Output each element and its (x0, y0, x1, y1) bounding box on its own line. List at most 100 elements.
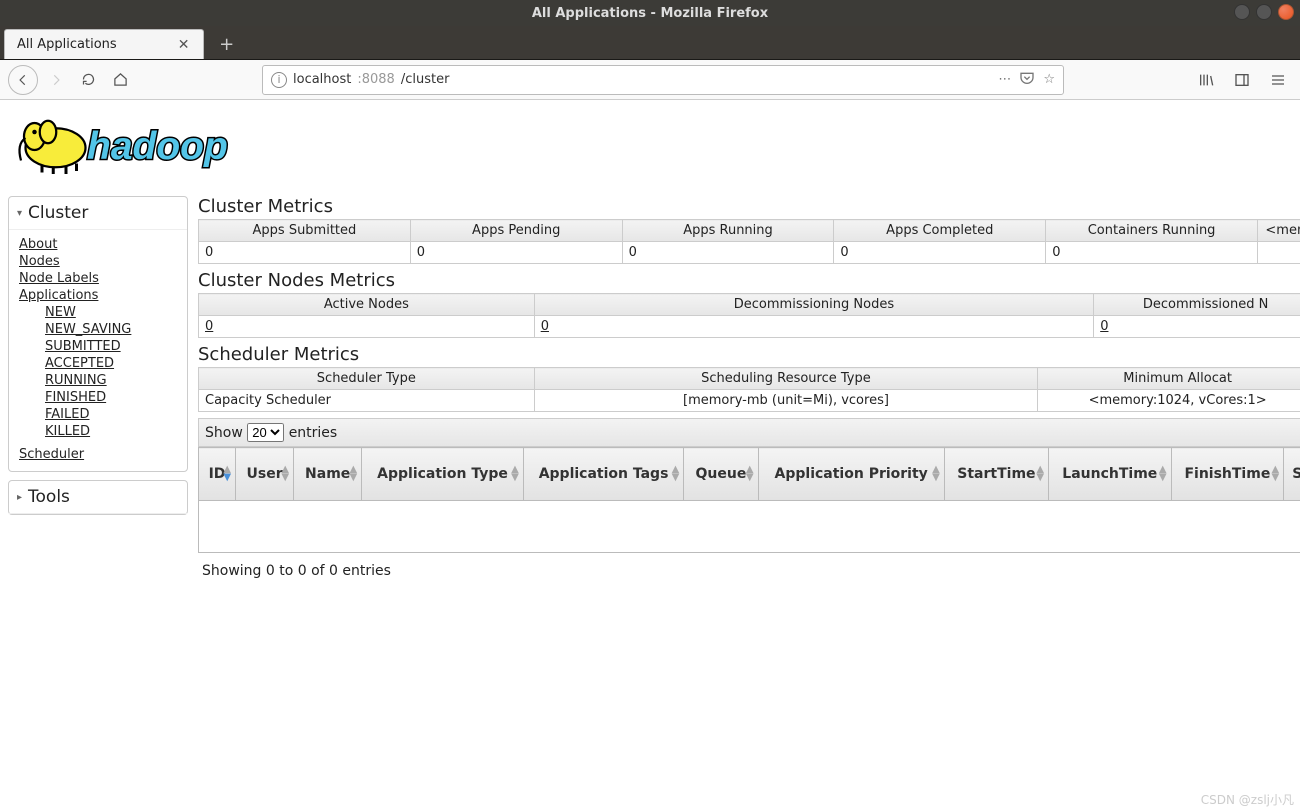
arrow-right-icon (49, 73, 63, 87)
nav-about[interactable]: About (19, 236, 177, 253)
window-maximize-button[interactable] (1256, 4, 1272, 20)
th-apps-submitted[interactable]: Apps Submitted (199, 220, 411, 242)
th-sched-res[interactable]: Scheduling Resource Type (534, 368, 1038, 390)
nav-state-submitted[interactable]: SUBMITTED (45, 338, 177, 355)
scheduler-table: Scheduler Type Scheduling Resource Type … (198, 367, 1300, 412)
url-bar[interactable]: i localhost :8088/cluster ⋯ ☆ (262, 65, 1064, 95)
nav-applications[interactable]: Applications (19, 287, 177, 304)
nav-state-finished[interactable]: FINISHED (45, 389, 177, 406)
col-status[interactable]: St (1284, 448, 1300, 501)
tools-panel-header[interactable]: ▸ Tools (9, 481, 187, 514)
reload-button[interactable] (74, 66, 102, 94)
window-minimize-button[interactable] (1234, 4, 1250, 20)
datatable-toolbar: Show 20 entries (198, 418, 1300, 447)
col-apptype[interactable]: Application Type▲▼ (362, 448, 524, 501)
home-icon (113, 72, 128, 87)
main-content: Cluster Metrics Apps Submitted Apps Pend… (198, 196, 1300, 579)
col-id[interactable]: ID▲▼ (199, 448, 236, 501)
col-finish[interactable]: FinishTime▲▼ (1171, 448, 1284, 501)
td-decomd-nodes[interactable]: 0 (1094, 316, 1300, 338)
datatable-info: Showing 0 to 0 of 0 entries (198, 553, 1300, 579)
applications-empty-body (198, 501, 1300, 553)
new-tab-button[interactable]: + (212, 29, 242, 59)
window-controls (1234, 4, 1294, 20)
td-sched-res: [memory-mb (unit=Mi), vcores] (534, 390, 1038, 412)
applications-table: ID▲▼ User▲▼ Name▲▼ Application Type▲▼ Ap… (198, 447, 1300, 501)
url-port: :8088 (357, 72, 394, 87)
more-icon[interactable]: ⋯ (998, 72, 1011, 87)
dt-show-label: Show (205, 425, 243, 441)
url-path: /cluster (401, 72, 450, 87)
url-host: localhost (293, 72, 351, 87)
td-decom-nodes[interactable]: 0 (534, 316, 1094, 338)
watermark: CSDN @zslj小凡 (1201, 791, 1294, 808)
cluster-panel-header[interactable]: ▾ Cluster (9, 197, 187, 230)
th-apps-pending[interactable]: Apps Pending (410, 220, 622, 242)
cluster-nodes-heading: Cluster Nodes Metrics (198, 270, 1300, 291)
col-launch[interactable]: LaunchTime▲▼ (1049, 448, 1172, 501)
arrow-left-icon (16, 73, 30, 87)
nav-buttons (8, 65, 134, 95)
cluster-nodes-table: Active Nodes Decommissioning Nodes Decom… (198, 293, 1300, 338)
expand-icon: ▸ (17, 492, 22, 503)
td-apps-running: 0 (622, 242, 834, 264)
nav-state-failed[interactable]: FAILED (45, 406, 177, 423)
td-apps-pending: 0 (410, 242, 622, 264)
home-button[interactable] (106, 66, 134, 94)
th-active-nodes[interactable]: Active Nodes (199, 294, 535, 316)
th-apps-completed[interactable]: Apps Completed (834, 220, 1046, 242)
pocket-icon[interactable] (1019, 70, 1035, 90)
url-right-icons: ⋯ ☆ (998, 70, 1055, 90)
th-sched-type[interactable]: Scheduler Type (199, 368, 535, 390)
forward-button[interactable] (42, 66, 70, 94)
nav-nodelabels[interactable]: Node Labels (19, 270, 177, 287)
tab-close-icon[interactable]: ✕ (177, 38, 191, 52)
th-sched-min[interactable]: Minimum Allocat (1038, 368, 1300, 390)
tab-title: All Applications (17, 37, 117, 52)
td-apps-completed: 0 (834, 242, 1046, 264)
library-icon[interactable] (1192, 66, 1220, 94)
tools-panel: ▸ Tools (8, 480, 188, 515)
dt-length-select[interactable]: 20 (247, 423, 284, 442)
bookmark-star-icon[interactable]: ☆ (1043, 72, 1055, 87)
td-active-nodes[interactable]: 0 (199, 316, 535, 338)
nav-state-killed[interactable]: KILLED (45, 423, 177, 440)
window-titlebar: All Applications - Mozilla Firefox (0, 0, 1300, 26)
nav-state-new-saving[interactable]: NEW_SAVING (45, 321, 177, 338)
site-info-icon[interactable]: i (271, 72, 287, 88)
nav-scheduler[interactable]: Scheduler (19, 446, 177, 463)
td-containers-running: 0 (1046, 242, 1258, 264)
th-containers-running[interactable]: Containers Running (1046, 220, 1258, 242)
browser-tab-active[interactable]: All Applications ✕ (4, 29, 204, 59)
col-user[interactable]: User▲▼ (236, 448, 294, 501)
nav-nodes[interactable]: Nodes (19, 253, 177, 270)
window-close-button[interactable] (1278, 4, 1294, 20)
th-decom-nodes[interactable]: Decommissioning Nodes (534, 294, 1094, 316)
cluster-panel: ▾ Cluster About Nodes Node Labels Applic… (8, 196, 188, 472)
browser-tabstrip: All Applications ✕ + (0, 26, 1300, 60)
nav-state-new[interactable]: NEW (45, 304, 177, 321)
nav-state-accepted[interactable]: ACCEPTED (45, 355, 177, 372)
th-more[interactable]: <mem (1258, 220, 1300, 242)
dt-entries-label: entries (289, 425, 338, 441)
browser-toolbar: i localhost :8088/cluster ⋯ ☆ (0, 60, 1300, 100)
th-apps-running[interactable]: Apps Running (622, 220, 834, 242)
tools-panel-title: Tools (28, 487, 70, 507)
menu-icon[interactable] (1264, 66, 1292, 94)
td-sched-type: Capacity Scheduler (199, 390, 535, 412)
th-decomd-nodes[interactable]: Decommissioned N (1094, 294, 1300, 316)
collapse-icon: ▾ (17, 208, 22, 219)
reload-icon (81, 72, 96, 87)
cluster-panel-title: Cluster (28, 203, 88, 223)
toolbar-right (1192, 66, 1292, 94)
page-body: hadoop ▾ Cluster About Nodes Node Labels… (0, 100, 1300, 579)
hadoop-logo[interactable]: hadoop (12, 106, 1300, 186)
col-name[interactable]: Name▲▼ (294, 448, 362, 501)
sidebar-icon[interactable] (1228, 66, 1256, 94)
col-queue[interactable]: Queue▲▼ (684, 448, 758, 501)
back-button[interactable] (8, 65, 38, 95)
col-apptags[interactable]: Application Tags▲▼ (523, 448, 684, 501)
col-start[interactable]: StartTime▲▼ (944, 448, 1048, 501)
nav-state-running[interactable]: RUNNING (45, 372, 177, 389)
col-apppri[interactable]: Application Priority▲▼ (758, 448, 944, 501)
